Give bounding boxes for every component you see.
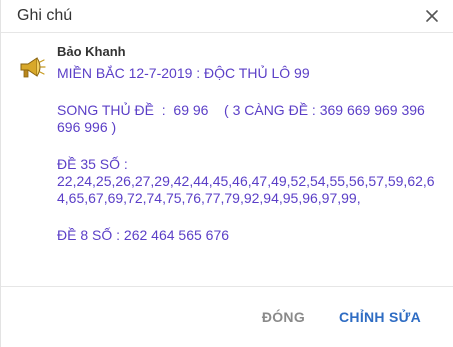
note-line: SONG THỦ ĐỀ : 69 96 ( 3 CÀNG ĐỀ : 369 66… <box>57 102 429 135</box>
megaphone-icon <box>17 53 47 83</box>
author-name: Bảo Khanh <box>57 44 126 59</box>
note-line: 22,24,25,26,27,29,42,44,45,46,47,49,52,5… <box>57 173 435 206</box>
note-line: ĐỀ 8 SỐ : 262 464 565 676 <box>57 227 230 243</box>
dialog-body: Bảo Khanh MIỀN BẮC 12-7-2019 : ĐỘC THỦ L… <box>1 33 453 286</box>
note-line: ĐỀ 35 SỐ : <box>57 156 128 172</box>
note-entry: Bảo Khanh MIỀN BẮC 12-7-2019 : ĐỘC THỦ L… <box>17 43 435 244</box>
close-icon[interactable] <box>421 5 443 27</box>
note-dialog: Ghi chú Bảo Khanh MIỀN BẮC 12-7-2019 : Đ… <box>0 0 453 347</box>
edit-button[interactable]: CHỈNH SỬA <box>339 309 421 325</box>
dialog-footer: ĐÓNG CHỈNH SỬA <box>1 286 453 347</box>
note-line: MIỀN BẮC 12-7-2019 : ĐỘC THỦ LÔ 99 <box>57 65 310 81</box>
dialog-header: Ghi chú <box>1 0 453 33</box>
dialog-title: Ghi chú <box>17 7 73 24</box>
close-button[interactable]: ĐÓNG <box>262 309 305 325</box>
note-text: MIỀN BẮC 12-7-2019 : ĐỘC THỦ LÔ 99 SONG … <box>57 65 435 244</box>
